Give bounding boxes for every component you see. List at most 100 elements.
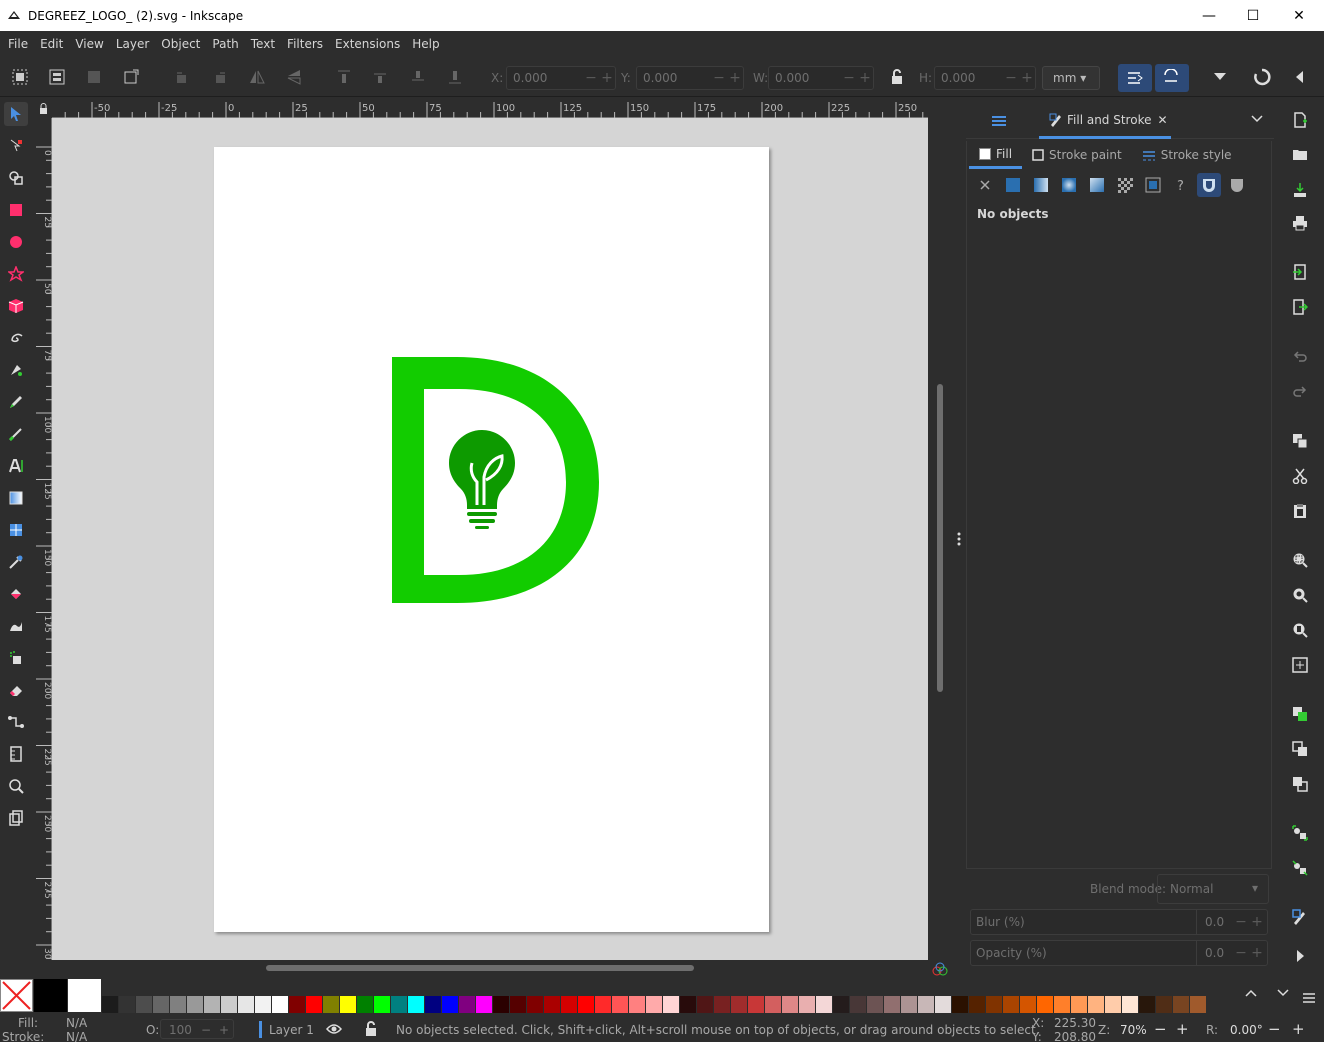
horizontal-scroll-thumb[interactable] <box>266 965 694 971</box>
text-tool-icon[interactable] <box>4 454 28 478</box>
export-icon[interactable] <box>1289 296 1311 318</box>
blur-slider[interactable]: Blur (%) 0.0 − + <box>970 909 1268 935</box>
blur-increment-button[interactable]: + <box>1249 914 1265 930</box>
palette-swatch[interactable] <box>595 996 611 1013</box>
undo-icon[interactable] <box>1289 346 1311 368</box>
node-tool-icon[interactable] <box>4 134 28 158</box>
vertical-ruler[interactable]: 0 25 50 75 100 125 150 175 200 225 250 275 300 <box>34 118 52 965</box>
palette-scroll-down-icon[interactable] <box>1276 987 1290 1001</box>
menu-text[interactable]: Text <box>245 37 281 51</box>
x-value[interactable]: 0.000 <box>507 71 583 85</box>
palette-swatch[interactable] <box>1020 996 1036 1013</box>
paste-icon[interactable] <box>1289 500 1311 522</box>
selector-tool-icon[interactable] <box>4 102 28 126</box>
palette-swatch[interactable] <box>935 996 951 1013</box>
select-all-icon[interactable] <box>10 67 30 87</box>
star-tool-icon[interactable] <box>4 262 28 286</box>
ungroup-icon[interactable] <box>1289 857 1311 879</box>
scale-stroke-button[interactable] <box>1118 64 1152 92</box>
palette-swatch[interactable] <box>799 996 815 1013</box>
palette-swatch[interactable] <box>714 996 730 1013</box>
mesh-gradient-icon[interactable] <box>1085 173 1109 197</box>
palette-swatch[interactable] <box>459 996 475 1013</box>
snap-icon[interactable] <box>1252 67 1272 87</box>
pattern-icon[interactable] <box>1113 173 1137 197</box>
vertical-scroll-thumb[interactable] <box>937 384 943 692</box>
h-decrement-button[interactable]: − <box>1003 70 1019 86</box>
expand-right-icon[interactable] <box>1289 945 1311 967</box>
pages-tool-icon[interactable] <box>4 806 28 830</box>
palette-swatch[interactable] <box>374 996 390 1013</box>
rotate-value[interactable]: 0.00° <box>1230 1023 1263 1037</box>
palette-swatch[interactable] <box>272 996 288 1013</box>
palette-swatch[interactable] <box>1003 996 1019 1013</box>
palette-swatch[interactable] <box>323 996 339 1013</box>
palette-swatch[interactable] <box>357 996 373 1013</box>
white-swatch[interactable] <box>68 979 101 1012</box>
palette-swatch[interactable] <box>952 996 968 1013</box>
opacity-status-decrement[interactable]: − <box>201 1023 211 1037</box>
dropper-tool-icon[interactable] <box>4 550 28 574</box>
eraser-tool-icon[interactable] <box>4 678 28 702</box>
close-button[interactable]: ✕ <box>1276 0 1322 31</box>
spiral-tool-icon[interactable] <box>4 326 28 350</box>
select-all-layers-icon[interactable] <box>47 67 67 87</box>
maximize-button[interactable]: ☐ <box>1230 0 1276 31</box>
palette-swatch[interactable] <box>663 996 679 1013</box>
h-value[interactable]: 0.000 <box>935 71 1003 85</box>
menu-file[interactable]: File <box>2 37 34 51</box>
zoom-in-button[interactable]: + <box>1176 1020 1189 1038</box>
opacity-slider[interactable]: Opacity (%) 0.0 − + <box>970 940 1268 966</box>
palette-swatch[interactable] <box>425 996 441 1013</box>
unit-select[interactable]: mm ▾ <box>1042 66 1100 90</box>
lower-icon[interactable] <box>408 67 428 87</box>
palette-swatch[interactable] <box>612 996 628 1013</box>
layer-lock-icon[interactable] <box>364 1021 378 1040</box>
opacity-increment-button[interactable]: + <box>1249 945 1265 961</box>
palette-swatch[interactable] <box>782 996 798 1013</box>
blend-mode-select[interactable]: Normal ▾ <box>1157 874 1269 904</box>
menu-edit[interactable]: Edit <box>34 37 69 51</box>
horizontal-scrollbar[interactable] <box>52 960 928 976</box>
palette-swatch[interactable] <box>697 996 713 1013</box>
clone-icon[interactable] <box>1289 738 1311 760</box>
zoom-value[interactable]: 70% <box>1120 1023 1147 1037</box>
lower-to-bottom-icon[interactable] <box>445 67 465 87</box>
palette-menu-icon[interactable] <box>1302 991 1316 1008</box>
raise-to-top-icon[interactable] <box>334 67 354 87</box>
opacity-status-field[interactable]: 100 − + <box>160 1019 234 1039</box>
palette-swatch[interactable] <box>1071 996 1087 1013</box>
layers-objects-tab-icon[interactable] <box>990 113 1008 132</box>
zoom-selection-icon[interactable] <box>1289 549 1311 571</box>
rectangle-tool-icon[interactable] <box>4 198 28 222</box>
mesh-tool-icon[interactable] <box>4 518 28 542</box>
pencil-tool-icon[interactable] <box>4 390 28 414</box>
palette-swatch[interactable] <box>629 996 645 1013</box>
dock-resize-handle[interactable] <box>952 97 966 977</box>
blur-value[interactable]: 0.0 <box>1197 915 1233 929</box>
tab-close-icon[interactable]: ✕ <box>1157 113 1167 127</box>
palette-scroll-up-icon[interactable] <box>1244 987 1258 1001</box>
tab-fill[interactable]: Fill <box>969 141 1023 169</box>
y-increment-button[interactable]: + <box>727 70 743 86</box>
menu-object[interactable]: Object <box>155 37 206 51</box>
palette-swatch[interactable] <box>170 996 186 1013</box>
minimize-button[interactable]: — <box>1186 0 1232 31</box>
scale-corners-button[interactable] <box>1155 64 1189 92</box>
palette-swatch[interactable] <box>561 996 577 1013</box>
h-field[interactable]: H: 0.000 − + <box>919 66 1036 90</box>
degreez-logo[interactable] <box>214 147 769 932</box>
palette-swatch[interactable] <box>969 996 985 1013</box>
palette-swatch[interactable] <box>119 996 135 1013</box>
dock-menu-chevron-icon[interactable] <box>1250 113 1264 127</box>
print-icon[interactable] <box>1289 212 1311 234</box>
palette-swatch[interactable] <box>646 996 662 1013</box>
group-icon[interactable] <box>1289 822 1311 844</box>
linear-gradient-icon[interactable] <box>1029 173 1053 197</box>
palette-swatch[interactable] <box>544 996 560 1013</box>
palette-swatch[interactable] <box>1173 996 1189 1013</box>
tab-stroke-paint[interactable]: Stroke paint <box>1022 141 1132 169</box>
tweak-tool-icon[interactable] <box>4 614 28 638</box>
menu-path[interactable]: Path <box>206 37 244 51</box>
unlink-clone-icon[interactable] <box>1289 773 1311 795</box>
